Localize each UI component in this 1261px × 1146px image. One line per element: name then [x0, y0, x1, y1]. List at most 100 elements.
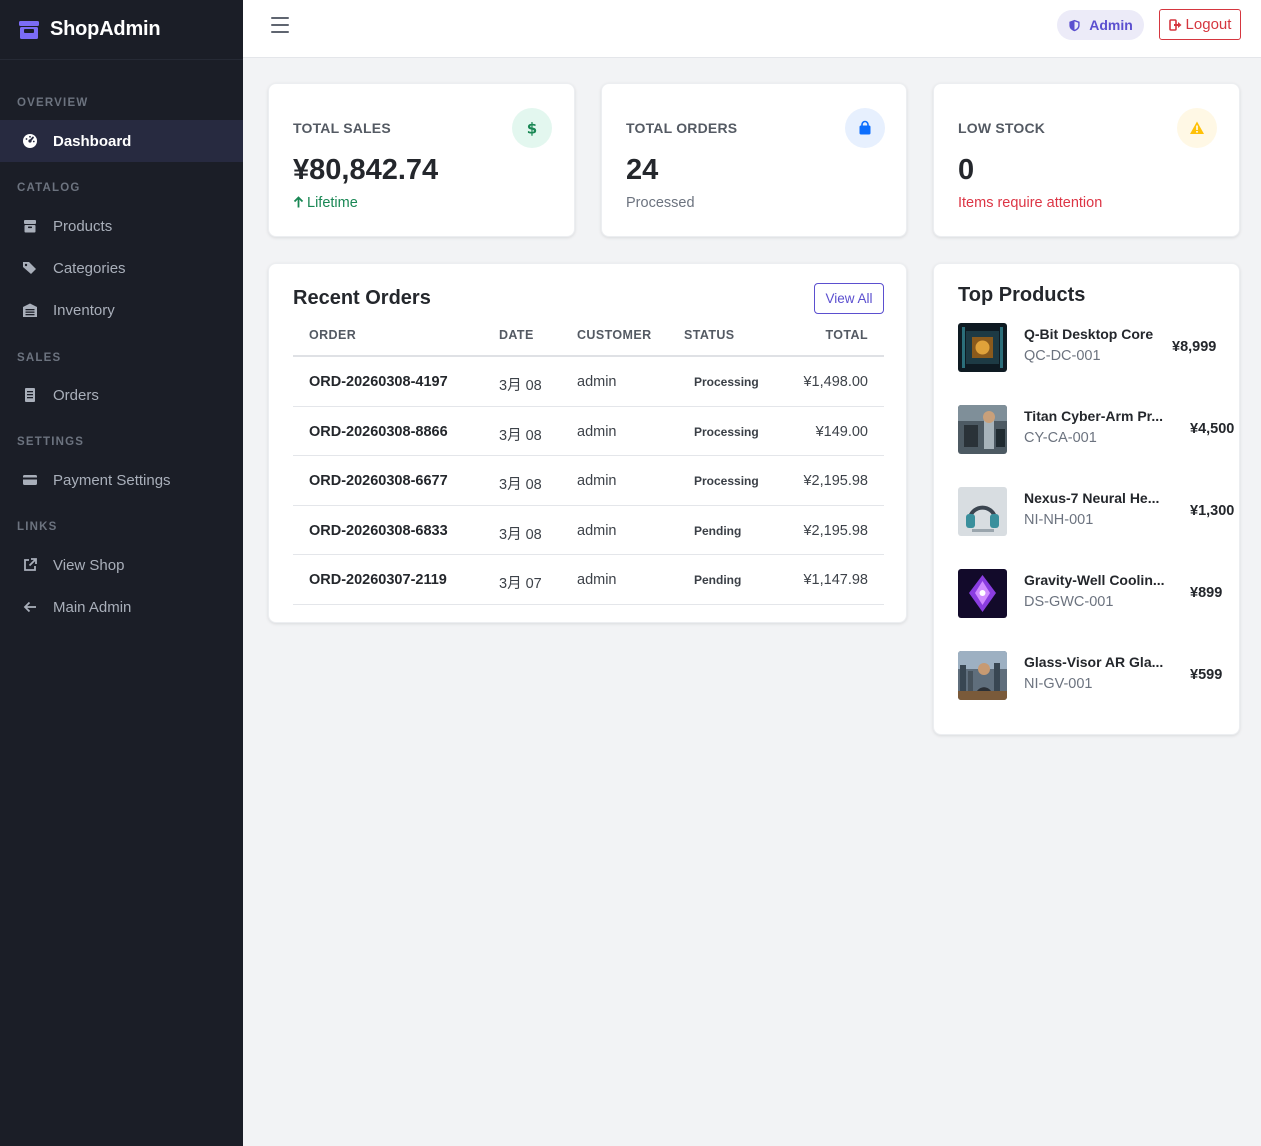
table-header: ORDER DATE CUSTOMER STATUS TOTAL [293, 314, 884, 357]
order-id[interactable]: ORD-20260308-6677 [309, 473, 448, 489]
order-date: 3月 07 [499, 576, 542, 592]
col-status[interactable]: STATUS [684, 328, 735, 342]
gauge-icon [22, 133, 38, 149]
order-id[interactable]: ORD-20260308-4197 [309, 374, 448, 390]
order-id[interactable]: ORD-20260308-8866 [309, 424, 448, 440]
sign-out-icon [1168, 18, 1182, 31]
col-date[interactable]: DATE [499, 328, 534, 342]
section-catalog: CATALOG [17, 182, 81, 194]
top-products-title: Top Products [958, 284, 1086, 306]
stat-label: TOTAL ORDERS [626, 120, 738, 136]
product-name[interactable]: Nexus-7 Neural He... [1024, 490, 1172, 506]
brand[interactable]: ShopAdmin [0, 0, 243, 60]
status-badge: Processing [694, 474, 759, 488]
stat-value: 24 [626, 154, 659, 186]
tags-icon [22, 260, 38, 276]
order-customer: admin [577, 473, 617, 489]
order-customer: admin [577, 423, 617, 440]
list-item[interactable]: Q-Bit Desktop Core QC-DC-001 ¥8,999 [958, 323, 1228, 373]
sidebar-item-dashboard[interactable]: Dashboard [0, 120, 243, 162]
col-order[interactable]: ORDER [309, 328, 356, 342]
menu-toggle-icon[interactable] [271, 17, 289, 33]
sidebar-item-label: Orders [53, 386, 99, 404]
col-customer[interactable]: CUSTOMER [577, 328, 652, 342]
product-thumbnail [958, 651, 1007, 700]
order-total: ¥2,195.98 [803, 522, 868, 539]
sidebar-item-inventory[interactable]: Inventory [0, 289, 243, 331]
sidebar-item-orders[interactable]: Orders [0, 374, 243, 416]
list-item[interactable]: Titan Cyber-Arm Pr... CY-CA-001 ¥4,500 [958, 405, 1234, 455]
sidebar: ShopAdmin OVERVIEW Dashboard CATALOG Pro… [0, 0, 243, 1146]
stat-card-total-orders: TOTAL ORDERS 24 Processed [601, 83, 907, 237]
stat-sub: Processed [626, 195, 695, 211]
product-price: ¥1,300 [1190, 503, 1235, 519]
table-row[interactable]: ORD-20260308-6833 3月 08 admin Pending ¥2… [293, 506, 884, 555]
order-total: ¥1,147.98 [803, 572, 868, 588]
table-row[interactable]: ORD-20260308-8866 3月 08 admin Processing… [293, 407, 884, 456]
list-item[interactable]: Nexus-7 Neural He... NI-NH-001 ¥1,300 [958, 487, 1234, 537]
dollar-icon: $ [512, 108, 552, 148]
recent-orders-card: Recent Orders View All ORDER DATE CUSTOM… [268, 263, 907, 623]
status-badge: Processing [694, 375, 759, 389]
product-price: ¥899 [1190, 585, 1223, 601]
arrow-up-icon [293, 196, 304, 208]
list-item[interactable]: Gravity-Well Coolin... DS-GWC-001 ¥899 [958, 569, 1228, 619]
order-customer: admin [577, 374, 617, 390]
product-thumbnail [958, 323, 1007, 372]
logout-label: Logout [1185, 16, 1232, 33]
sidebar-item-label: Inventory [53, 301, 115, 319]
table-row[interactable]: ORD-20260307-2119 3月 07 admin Pending ¥1… [293, 555, 884, 605]
sidebar-item-products[interactable]: Products [0, 205, 243, 247]
order-total: ¥1,498.00 [803, 374, 868, 390]
stat-value: ¥80,842.74 [293, 154, 439, 186]
product-name[interactable]: Gravity-Well Coolin... [1024, 572, 1172, 588]
section-sales: SALES [17, 352, 62, 364]
product-sku: DS-GWC-001 [1024, 594, 1114, 610]
table-row[interactable]: ORD-20260308-6677 3月 08 admin Processing… [293, 456, 884, 506]
top-products-card: Top Products Q-Bit Desktop Core QC-DC-00… [933, 263, 1240, 735]
status-badge: Pending [694, 523, 742, 538]
sidebar-item-label: View Shop [53, 556, 125, 574]
order-id[interactable]: ORD-20260308-6833 [309, 523, 448, 539]
stat-sub-text: Lifetime [307, 195, 358, 211]
product-sku: CY-CA-001 [1024, 430, 1097, 446]
table-row[interactable]: ORD-20260308-4197 3月 08 admin Processing… [293, 357, 884, 407]
receipt-icon [22, 387, 38, 403]
sidebar-item-main-admin[interactable]: Main Admin [0, 586, 243, 628]
col-total[interactable]: TOTAL [825, 328, 868, 342]
stat-label: LOW STOCK [958, 120, 1046, 136]
order-total: ¥149.00 [815, 423, 868, 440]
sidebar-item-label: Products [53, 217, 113, 235]
product-price: ¥8,999 [1172, 339, 1217, 355]
order-id[interactable]: ORD-20260307-2119 [309, 572, 447, 588]
product-name[interactable]: Titan Cyber-Arm Pr... [1024, 408, 1172, 424]
view-all-button[interactable]: View All [814, 283, 884, 314]
product-sku: NI-NH-001 [1024, 512, 1094, 528]
shopping-bag-icon [845, 108, 885, 148]
sidebar-item-view-shop[interactable]: View Shop [0, 544, 243, 586]
stat-sub: Lifetime [293, 195, 358, 211]
list-item[interactable]: Glass-Visor AR Gla... NI-GV-001 ¥599 [958, 651, 1228, 701]
section-overview: OVERVIEW [17, 97, 89, 109]
order-date: 3月 08 [499, 378, 542, 394]
logout-button[interactable]: Logout [1159, 9, 1241, 40]
user-badge[interactable]: Admin [1057, 10, 1144, 40]
sidebar-item-label: Payment Settings [53, 471, 171, 489]
shield-icon [1069, 19, 1080, 31]
svg-text:$: $ [527, 120, 537, 136]
product-thumbnail [958, 405, 1007, 454]
product-name[interactable]: Q-Bit Desktop Core [1024, 326, 1172, 342]
recent-orders-title: Recent Orders [293, 287, 431, 309]
sidebar-item-categories[interactable]: Categories [0, 247, 243, 289]
status-badge: Pending [694, 573, 742, 587]
product-sku: NI-GV-001 [1024, 676, 1093, 692]
order-customer: admin [577, 572, 617, 588]
brand-name: ShopAdmin [50, 18, 161, 40]
stat-label: TOTAL SALES [293, 120, 391, 136]
product-price: ¥4,500 [1190, 421, 1235, 437]
sidebar-item-payment-settings[interactable]: Payment Settings [0, 459, 243, 501]
store-logo-icon [19, 20, 39, 39]
product-name[interactable]: Glass-Visor AR Gla... [1024, 654, 1172, 670]
orders-table: ORDER DATE CUSTOMER STATUS TOTAL ORD-202… [293, 314, 884, 605]
box-icon [22, 218, 38, 234]
